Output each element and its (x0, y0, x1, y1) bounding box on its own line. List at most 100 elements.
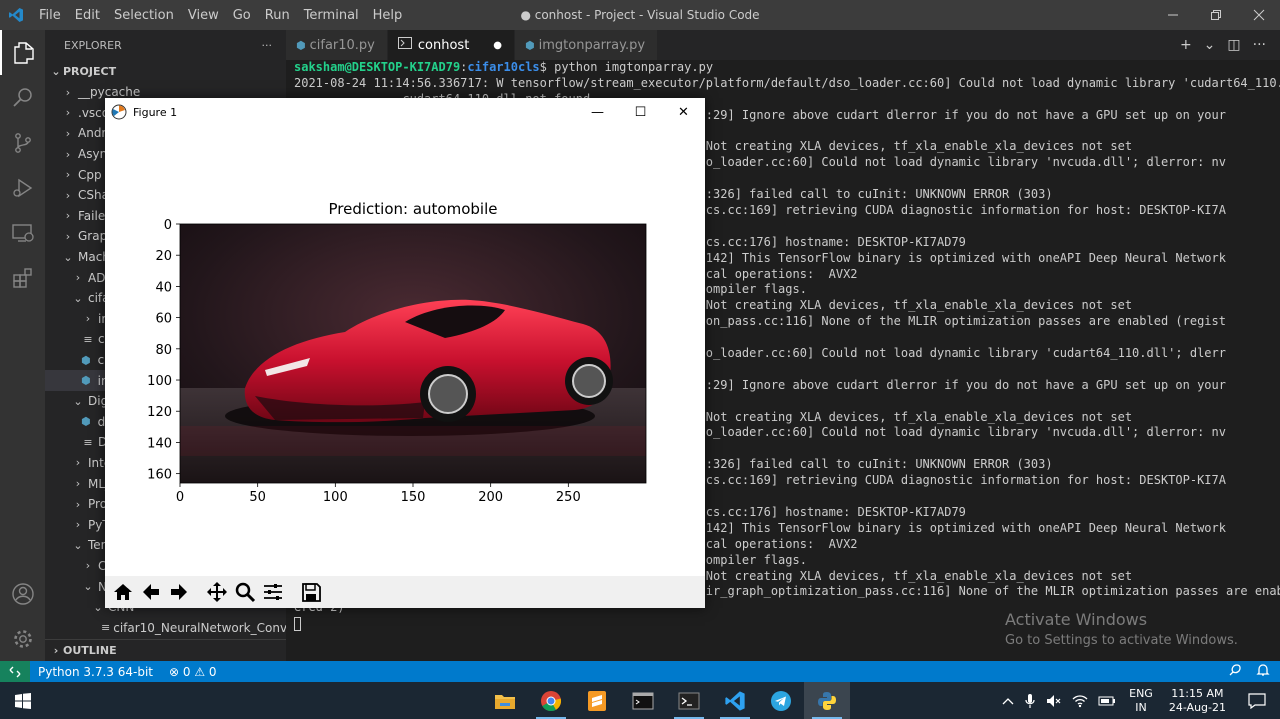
sublime-text-icon[interactable] (574, 682, 620, 719)
battery-icon[interactable] (1093, 695, 1121, 707)
taskbar-apps (482, 682, 850, 719)
search-icon[interactable] (0, 75, 45, 120)
chevron-right-icon: › (75, 271, 81, 285)
zoom-icon[interactable] (231, 578, 259, 606)
python-interpreter[interactable]: Python 3.7.3 64-bit (30, 665, 161, 679)
chevron-down-icon: ⌄ (73, 538, 83, 552)
minimize-icon[interactable] (1151, 0, 1194, 30)
explorer-header: EXPLORER ··· (45, 30, 286, 60)
status-bar-right (1228, 663, 1280, 680)
outline-section-header[interactable]: › OUTLINE (45, 639, 286, 661)
source-control-icon[interactable] (0, 120, 45, 165)
manage-gear-icon[interactable] (0, 616, 45, 661)
input-language[interactable]: ENG IN (1121, 687, 1161, 715)
python-file-icon: ⬢ (81, 353, 91, 367)
terminal-dropdown-icon[interactable]: ⌄ (1204, 37, 1216, 53)
remote-explorer-icon[interactable] (0, 210, 45, 255)
feedback-icon[interactable] (1228, 663, 1242, 680)
menu-help[interactable]: Help (366, 8, 410, 23)
text-file-icon: ≡ (101, 621, 111, 635)
terminal-icon[interactable] (666, 682, 712, 719)
restore-icon[interactable] (1194, 0, 1237, 30)
chevron-right-icon: › (65, 147, 71, 161)
file-explorer-icon[interactable] (482, 682, 528, 719)
menu-edit[interactable]: Edit (68, 8, 107, 23)
chevron-right-icon: › (75, 518, 81, 532)
forward-arrow-icon[interactable] (165, 578, 193, 606)
tab-imgtonparray[interactable]: ⬢ imgtonparray.py (515, 30, 659, 60)
terminal-prompt-line: saksham@DESKTOP-KI7AD79:cifar10cls$ pyth… (294, 60, 714, 74)
front-rim (428, 374, 468, 414)
python-file-icon: ⬢ (296, 38, 306, 52)
back-arrow-icon[interactable] (137, 578, 165, 606)
tab-conhost[interactable]: conhost ● (387, 30, 516, 60)
telegram-icon[interactable] (758, 682, 804, 719)
unsaved-dot-icon[interactable]: ● (493, 40, 502, 51)
chart-title: Prediction: automobile (329, 200, 498, 218)
x-tick-label: 50 (249, 490, 266, 505)
chevron-right-icon: › (65, 188, 71, 202)
pan-icon[interactable] (203, 578, 231, 606)
activity-bar (0, 30, 45, 661)
tree-item[interactable]: ≡cifar10_NeuralNetwork_Convo... (45, 617, 286, 638)
account-icon[interactable] (0, 571, 45, 616)
tab-label: cifar10.py (309, 37, 375, 53)
menu-file[interactable]: File (32, 8, 68, 23)
chevron-down-icon: ⌄ (73, 291, 83, 305)
wifi-icon[interactable] (1067, 694, 1093, 708)
menu-go[interactable]: Go (226, 8, 258, 23)
figure-toolbar (105, 576, 705, 608)
activate-windows-subtitle: Go to Settings to activate Windows. (1005, 633, 1238, 648)
run-debug-icon[interactable] (0, 165, 45, 210)
x-tick-label: 150 (401, 490, 426, 505)
chevron-right-icon: › (65, 209, 71, 223)
clock[interactable]: 11:15 AM 24-Aug-21 (1161, 687, 1234, 715)
menu-selection[interactable]: Selection (107, 8, 181, 23)
explorer-more-button[interactable]: ··· (262, 39, 273, 52)
menu-view[interactable]: View (181, 8, 226, 23)
chevron-down-icon: ⌄ (83, 580, 93, 594)
tab-cifar10[interactable]: ⬢ cifar10.py (286, 30, 388, 60)
microphone-icon[interactable] (1019, 693, 1041, 709)
figure-title: Figure 1 (133, 105, 178, 119)
explorer-icon[interactable] (0, 30, 45, 75)
chevron-up-icon[interactable] (997, 696, 1019, 706)
configure-subplots-icon[interactable] (259, 578, 287, 606)
windows-start-icon[interactable] (0, 682, 46, 719)
vscode-icon[interactable] (712, 682, 758, 719)
menu-run[interactable]: Run (258, 8, 297, 23)
remote-icon[interactable] (0, 661, 30, 682)
python-figure-icon[interactable] (804, 682, 850, 719)
prompt-path: cifar10cls (467, 60, 540, 74)
chevron-right-icon: › (65, 126, 71, 140)
more-actions-icon[interactable]: ··· (1253, 37, 1266, 53)
menu-terminal[interactable]: Terminal (297, 8, 366, 23)
home-icon[interactable] (109, 578, 137, 606)
predicted-image (180, 224, 646, 483)
save-icon[interactable] (297, 578, 325, 606)
activate-windows-watermark: Activate Windows Go to Settings to activ… (1005, 610, 1238, 648)
speaker-muted-icon[interactable] (1041, 694, 1067, 708)
chevron-right-icon: › (75, 477, 81, 491)
notifications-bell-icon[interactable] (1256, 663, 1270, 680)
figure-minimize-icon[interactable]: — (576, 98, 619, 126)
figure-close-icon[interactable]: ✕ (662, 98, 705, 126)
close-icon[interactable] (1237, 0, 1280, 30)
extensions-icon[interactable] (0, 255, 45, 300)
chevron-right-icon: › (85, 312, 91, 326)
x-tick-label: 0 (176, 490, 184, 505)
figure-window: Figure 1 — ☐ ✕ Prediction: automobile 0 … (105, 98, 705, 608)
problems-count[interactable]: ⊗ 0 ⚠ 0 (161, 665, 225, 679)
action-center-icon[interactable] (1234, 692, 1280, 709)
split-editor-icon[interactable]: ◫ (1227, 37, 1240, 53)
chrome-icon[interactable] (528, 682, 574, 719)
prompt-user: saksham@DESKTOP-KI7AD79 (294, 60, 461, 74)
cmd-icon[interactable] (620, 682, 666, 719)
new-terminal-plus-icon[interactable]: + (1180, 37, 1192, 53)
chevron-right-icon: › (65, 229, 71, 243)
window-controls (1151, 0, 1280, 30)
chevron-down-icon: ⌄ (93, 600, 103, 614)
chevron-down-icon: ⌄ (51, 64, 61, 78)
project-folder-header[interactable]: ⌄ PROJECT (45, 60, 286, 82)
figure-maximize-icon[interactable]: ☐ (619, 98, 662, 126)
